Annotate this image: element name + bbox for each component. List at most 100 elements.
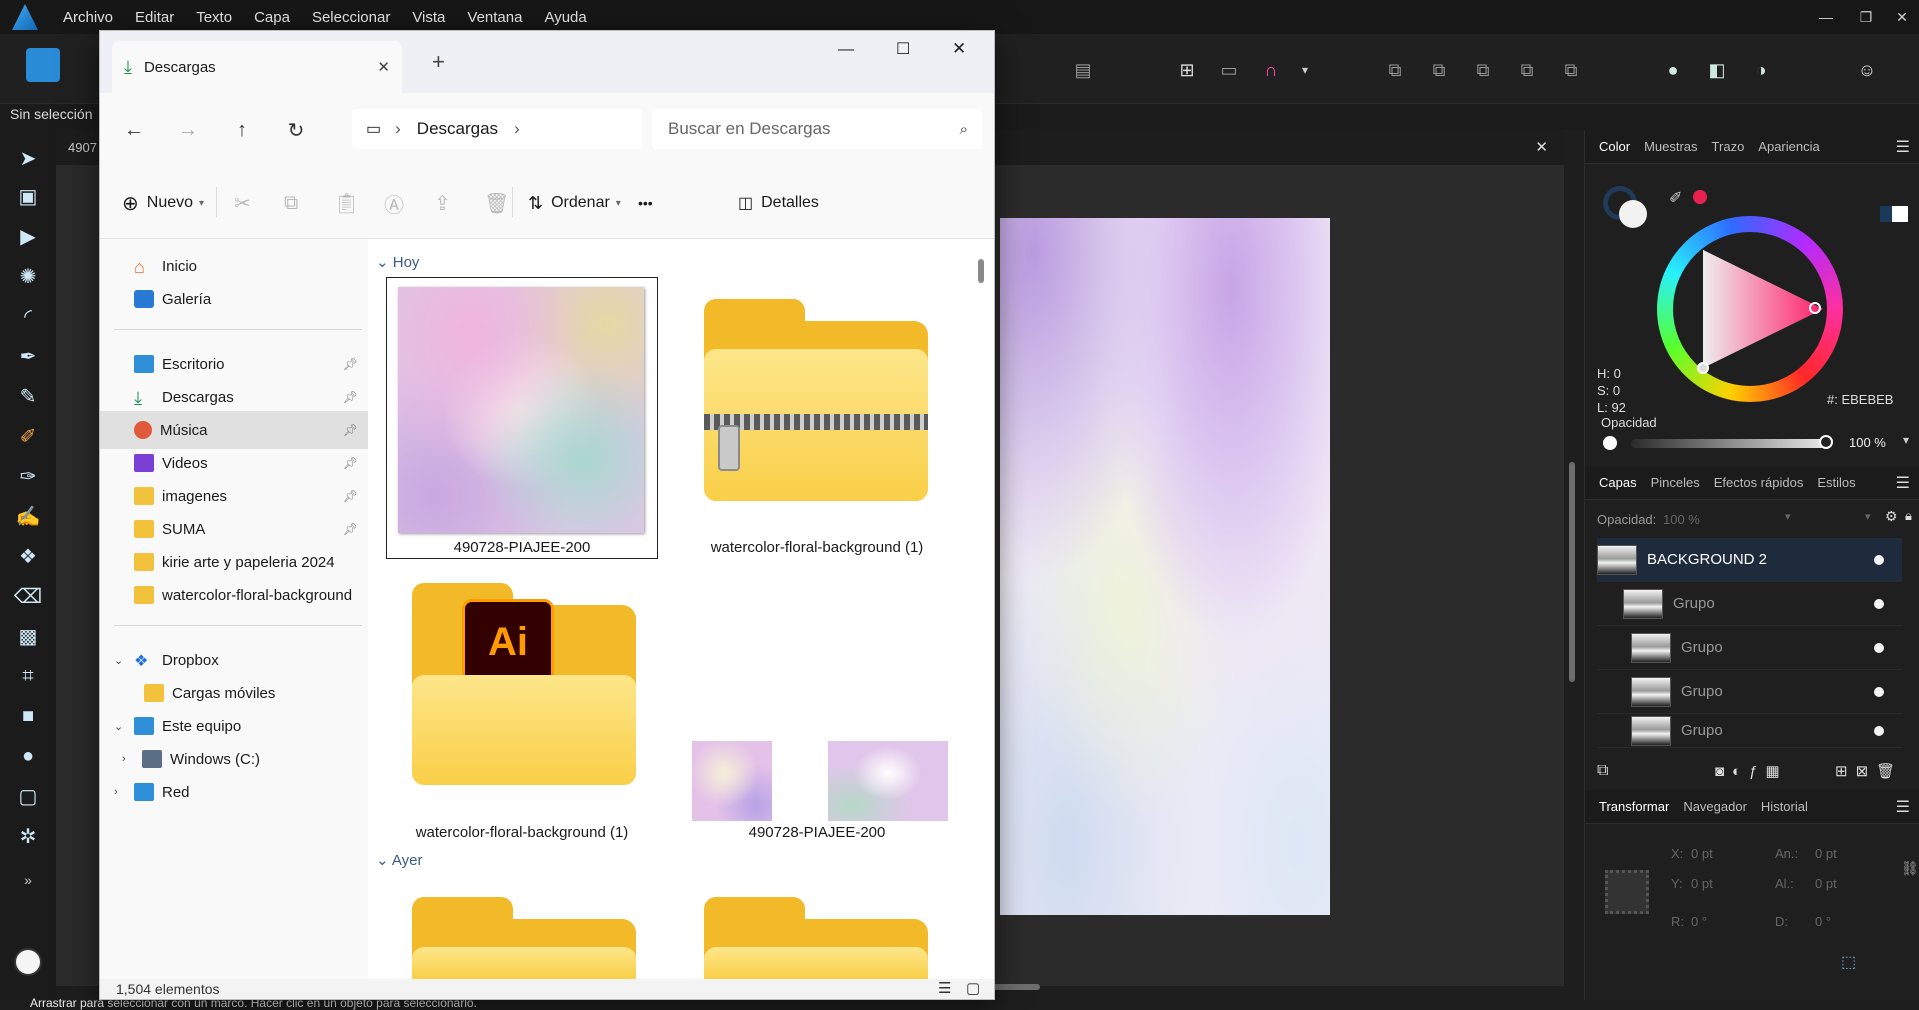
artboard-watercolor[interactable] bbox=[1000, 218, 1330, 915]
fill-tool-icon[interactable]: ✑ bbox=[14, 462, 42, 490]
breadcrumb-descargas[interactable]: Descargas bbox=[417, 119, 498, 139]
nav-item-watercolor[interactable]: watercolor-floral-background bbox=[100, 576, 368, 614]
rectangle-tool-icon[interactable]: ■ bbox=[14, 702, 42, 730]
back-icon[interactable]: ← bbox=[120, 117, 148, 143]
chevron-right-icon[interactable]: › bbox=[114, 786, 134, 798]
canvas-vertical-scrollbar[interactable] bbox=[1569, 462, 1575, 682]
tab-muestras[interactable]: Muestras bbox=[1644, 139, 1697, 154]
pin-icon[interactable]: 📌︎ bbox=[343, 489, 358, 503]
white-swatch[interactable] bbox=[1892, 206, 1908, 222]
delete-icon[interactable]: 🗑︎ bbox=[484, 189, 509, 217]
magnet-icon[interactable]: ∩ bbox=[1256, 56, 1286, 84]
tab-apariencia[interactable]: Apariencia bbox=[1758, 139, 1819, 154]
up-icon[interactable]: ↑ bbox=[228, 117, 256, 143]
opacity-slider[interactable] bbox=[1631, 439, 1826, 448]
layer-row[interactable]: Grupo bbox=[1597, 670, 1902, 714]
close-tab-icon[interactable]: ✕ bbox=[377, 58, 390, 76]
app-minimize-icon[interactable]: — bbox=[1806, 0, 1846, 34]
vector-brush-icon[interactable]: ✐ bbox=[14, 422, 42, 450]
pen-tool-icon[interactable]: ✒ bbox=[14, 342, 42, 370]
pin-icon[interactable]: 📌︎ bbox=[343, 456, 358, 470]
menu-archivo[interactable]: Archivo bbox=[63, 9, 113, 26]
tab-color[interactable]: Color bbox=[1599, 139, 1630, 154]
fill-swatch-icon[interactable] bbox=[14, 948, 42, 976]
menu-editar[interactable]: Editar bbox=[135, 9, 174, 26]
panel-menu-icon[interactable]: ☰ bbox=[1896, 137, 1910, 157]
address-bar[interactable]: ▭ › Descargas › bbox=[352, 109, 642, 149]
hue-handle[interactable] bbox=[1809, 302, 1821, 314]
place-image-icon[interactable]: ▩ bbox=[14, 622, 42, 650]
recent-color-swatch[interactable] bbox=[1693, 190, 1707, 204]
vertical-scrollbar[interactable] bbox=[978, 259, 984, 283]
layer-actions-icons[interactable]: ◙◐ƒ▦ bbox=[1715, 762, 1788, 780]
menu-capa[interactable]: Capa bbox=[254, 9, 290, 26]
rounded-rect-tool-icon[interactable]: ▢ bbox=[14, 782, 42, 810]
point-transform-icon[interactable]: ✺ bbox=[14, 262, 42, 290]
insert-inside-icon[interactable]: ● bbox=[1658, 56, 1688, 84]
nav-item-red[interactable]: › Red bbox=[100, 773, 368, 811]
eraser-tool-icon[interactable]: ⌫ bbox=[14, 582, 42, 610]
height-field[interactable]: 0 pt bbox=[1815, 876, 1837, 891]
forward-icon[interactable]: → bbox=[174, 117, 202, 143]
refresh-icon[interactable]: ↻ bbox=[282, 117, 310, 143]
layer-row[interactable]: Grupo bbox=[1597, 582, 1902, 626]
new-tab-icon[interactable]: + bbox=[432, 49, 445, 75]
blend-mode-dropdown-icon[interactable]: ▾ bbox=[1865, 510, 1871, 523]
pin-icon[interactable]: 📌︎ bbox=[343, 390, 358, 404]
node-tool-icon[interactable]: ▶ bbox=[14, 222, 42, 250]
boolean-subtract-icon[interactable]: ⧉ bbox=[1424, 56, 1454, 84]
ellipse-tool-icon[interactable]: ● bbox=[14, 742, 42, 770]
close-window-icon[interactable]: ✕ bbox=[952, 39, 966, 59]
rename-icon[interactable]: Ⓐ bbox=[384, 189, 404, 217]
tab-trazo[interactable]: Trazo bbox=[1712, 139, 1745, 154]
chevron-down-icon[interactable]: ▾ bbox=[1290, 56, 1320, 84]
move-tool-icon[interactable]: ➤ bbox=[14, 144, 42, 172]
tab-navegador[interactable]: Navegador bbox=[1683, 799, 1747, 814]
zip-folder-icon[interactable] bbox=[704, 299, 928, 501]
color-picker-icon[interactable]: ✐ bbox=[1669, 188, 1682, 208]
details-button[interactable]: ◫ Detalles bbox=[738, 189, 819, 217]
new-button[interactable]: ⊕ Nuevo ▾ bbox=[122, 189, 204, 217]
crop-tool-icon[interactable]: ⌗ bbox=[14, 662, 42, 690]
app-restore-icon[interactable]: ❐ bbox=[1846, 0, 1886, 34]
app-close-icon[interactable]: ✕ bbox=[1882, 0, 1919, 34]
opacity-value[interactable]: 100 % bbox=[1849, 435, 1886, 450]
persona-designer-icon[interactable] bbox=[26, 48, 60, 82]
boolean-intersect-icon[interactable]: ⧉ bbox=[1468, 56, 1498, 84]
menu-seleccionar[interactable]: Seleccionar bbox=[312, 9, 390, 26]
fill-color-swatch-icon[interactable] bbox=[1619, 200, 1647, 228]
menu-ventana[interactable]: Ventana bbox=[467, 9, 522, 26]
snap-mode-icon[interactable]: ▭ bbox=[1214, 56, 1244, 84]
layer-visibility-dot[interactable] bbox=[1874, 642, 1884, 653]
close-document-icon[interactable]: ✕ bbox=[1535, 138, 1548, 156]
layer-visibility-dot[interactable] bbox=[1874, 598, 1884, 609]
pencil-tool-icon[interactable]: ✎ bbox=[14, 382, 42, 410]
transparency-tool-icon[interactable]: ❖ bbox=[14, 542, 42, 570]
transform-origin-icon[interactable]: ⬚ bbox=[1841, 952, 1856, 972]
tab-historial[interactable]: Historial bbox=[1761, 799, 1808, 814]
folder-icon[interactable] bbox=[412, 897, 636, 979]
nav-item-galeria[interactable]: Galería bbox=[100, 280, 368, 318]
layer-settings-gear-icon[interactable]: ⚙ bbox=[1885, 508, 1898, 525]
menu-texto[interactable]: Texto bbox=[196, 9, 232, 26]
details-view-icon[interactable]: ☰ bbox=[938, 979, 951, 997]
anchor-selector-icon[interactable] bbox=[1605, 870, 1649, 914]
explorer-tab[interactable]: ⤓ Descargas ✕ bbox=[112, 41, 402, 93]
layer-opacity-value[interactable]: 100 % bbox=[1663, 512, 1700, 527]
minimize-icon[interactable]: — bbox=[838, 41, 854, 59]
hex-readout[interactable]: #: EBEBEB bbox=[1827, 392, 1893, 407]
align-icon[interactable]: ▤ bbox=[1068, 56, 1098, 84]
chevron-down-icon[interactable]: ⌄ bbox=[114, 720, 134, 733]
pin-icon[interactable]: 📌︎ bbox=[343, 423, 358, 437]
add-delete-layer-icons[interactable]: ⊞⊠🗑︎ bbox=[1835, 762, 1903, 780]
pin-icon[interactable]: 📌︎ bbox=[343, 357, 358, 371]
tab-efectos-rapidos[interactable]: Efectos rápidos bbox=[1714, 475, 1804, 490]
document-tab[interactable]: 4907 bbox=[68, 140, 97, 155]
sort-button[interactable]: ⇅ Ordenar ▾ bbox=[528, 189, 621, 217]
paste-icon[interactable]: 📋︎ bbox=[334, 189, 359, 217]
x-field[interactable]: 0 pt bbox=[1691, 846, 1713, 861]
layer-visibility-dot[interactable] bbox=[1874, 725, 1884, 736]
boolean-divide-icon[interactable]: ⧉ bbox=[1556, 56, 1586, 84]
more-options-button[interactable]: ••• bbox=[638, 189, 653, 217]
user-account-icon[interactable]: ☺ bbox=[1852, 56, 1882, 84]
